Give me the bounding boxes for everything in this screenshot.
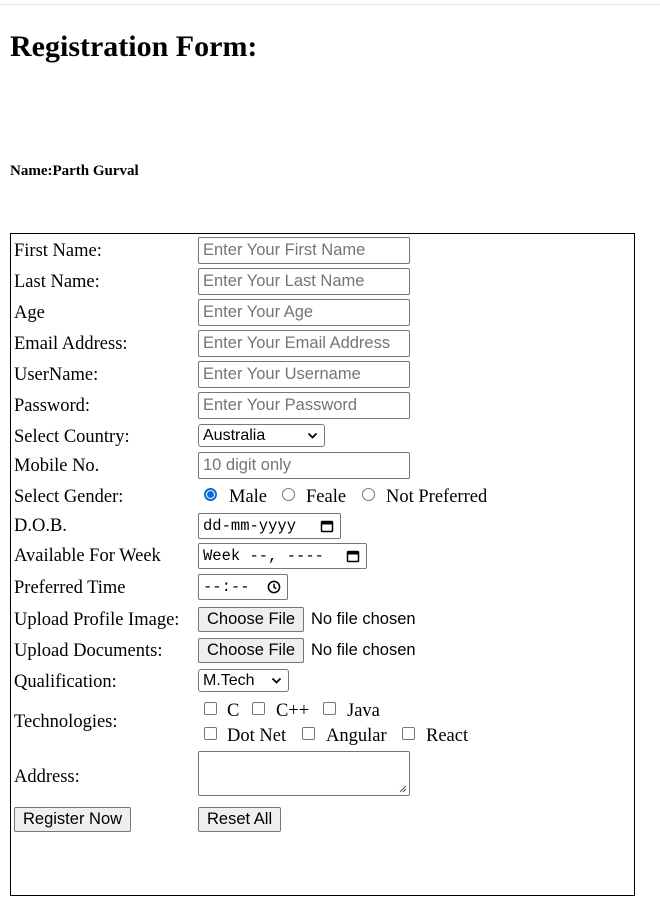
address-label: Address: (14, 767, 80, 787)
tech-react-label: React (426, 726, 469, 746)
last-name-input[interactable]: Enter Your Last Name (198, 268, 410, 295)
clock-icon[interactable] (267, 580, 281, 594)
password-label: Password: (14, 396, 91, 416)
gender-not-preferred-radio[interactable] (362, 488, 375, 501)
calendar-icon[interactable] (346, 549, 360, 563)
qualification-label: Qualification: (14, 672, 117, 692)
dob-input[interactable]: dd-mm-yyyy (198, 513, 341, 539)
username-input[interactable]: Enter Your Username (198, 361, 410, 388)
qualification-select[interactable]: M.Tech (198, 669, 289, 692)
register-now-button[interactable]: Register Now (14, 807, 132, 832)
tech-c-checkbox[interactable] (204, 702, 217, 715)
top-divider (0, 4, 660, 5)
gender-female-radio[interactable] (282, 488, 295, 501)
week-value: Week --, ---- (203, 547, 324, 565)
documents-choose-file-button[interactable]: Choose File (198, 638, 305, 663)
tech-java-checkbox[interactable] (323, 702, 336, 715)
qualification-selected-value: M.Tech (203, 672, 255, 689)
country-label: Select Country: (14, 427, 130, 447)
author-name: Name:Parth Gurval (10, 163, 139, 179)
gender-male-radio[interactable] (204, 488, 217, 501)
time-input[interactable]: --:-- (198, 574, 288, 600)
country-select[interactable]: Australia (198, 424, 325, 447)
age-label: Age (14, 303, 45, 323)
mobile-label: Mobile No. (14, 456, 100, 476)
profile-image-choose-file-button[interactable]: Choose File (198, 607, 305, 632)
username-label: UserName: (14, 365, 99, 385)
gender-female-label: Feale (306, 487, 347, 507)
last-name-label: Last Name: (14, 272, 100, 292)
country-selected-value: Australia (203, 427, 266, 444)
page-title: Registration Form: (10, 30, 258, 63)
technologies-label: Technologies: (14, 712, 118, 732)
documents-file-status: No file chosen (311, 641, 416, 659)
profile-image-label: Upload Profile Image: (14, 610, 180, 630)
mobile-input[interactable]: 10 digit only (198, 452, 410, 479)
dob-label: D.O.B. (14, 516, 67, 536)
week-input[interactable]: Week --, ---- (198, 543, 367, 569)
tech-angular-checkbox[interactable] (302, 727, 315, 740)
time-value: --:-- (203, 578, 250, 596)
chevron-down-icon (307, 432, 318, 439)
tech-dotnet-label: Dot Net (227, 726, 287, 746)
password-input[interactable]: Enter Your Password (198, 392, 410, 419)
dob-value: dd-mm-yyyy (203, 517, 297, 535)
chevron-down-icon (271, 677, 282, 684)
age-input[interactable]: Enter Your Age (198, 299, 410, 326)
week-label: Available For Week (14, 546, 161, 566)
documents-label: Upload Documents: (14, 641, 163, 661)
tech-dotnet-checkbox[interactable] (204, 727, 217, 740)
tech-angular-label: Angular (326, 726, 387, 746)
email-input[interactable]: Enter Your Email Address (198, 330, 410, 357)
tech-cpp-checkbox[interactable] (252, 702, 265, 715)
first-name-label: First Name: (14, 241, 102, 261)
time-label: Preferred Time (14, 578, 126, 598)
reset-all-button[interactable]: Reset All (198, 807, 282, 832)
gender-not-preferred-label: Not Preferred (386, 487, 488, 507)
gender-male-label: Male (229, 487, 268, 507)
resize-grip-icon[interactable] (398, 784, 407, 793)
tech-java-label: Java (347, 701, 380, 721)
first-name-input[interactable]: Enter Your First Name (198, 237, 410, 264)
profile-image-file-status: No file chosen (311, 610, 416, 628)
tech-cpp-label: C++ (276, 701, 310, 721)
tech-c-label: C (227, 701, 240, 721)
calendar-icon[interactable] (320, 519, 334, 533)
tech-react-checkbox[interactable] (402, 727, 415, 740)
email-label: Email Address: (14, 334, 128, 354)
address-textarea[interactable] (198, 751, 410, 796)
gender-label: Select Gender: (14, 487, 124, 507)
